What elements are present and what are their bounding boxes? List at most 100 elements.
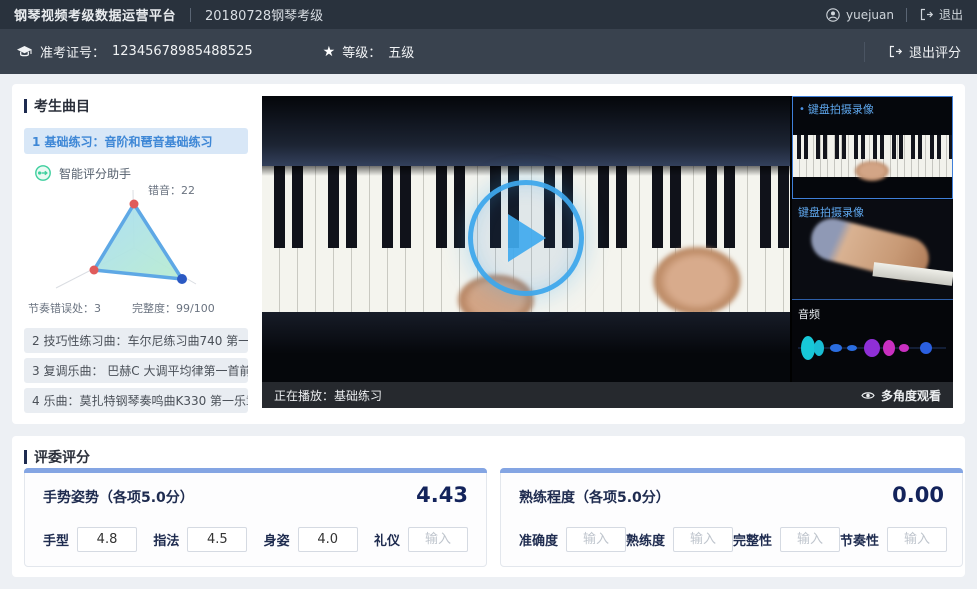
field-label: 节奏性 [840,530,879,549]
assistant-icon [34,164,52,182]
exam-main-card: 考生曲目 1 基础练习：音阶和琶音基础练习 智能评分助手 [12,84,965,424]
main-video[interactable] [262,96,790,382]
thumbnail-keyboard-cam-2[interactable]: 键盘拍摄录像 [792,200,953,300]
mini-black-keys-1 [793,135,952,159]
logout-label: 退出 [939,6,963,23]
user-icon [826,8,840,22]
score-card-2-fields: 准确度 熟练度 完整性 节奏性 [501,507,962,552]
radar-label-completeness: 完整度：99/100 [132,300,215,316]
exam-info-bar: 准考证号： 12345678985488525 ★ 等级： 五级 退出评分 [0,29,977,74]
audio-label: 音频 [798,306,820,322]
radar-label-rhythm-errors: 节奏错误处：3 [28,300,101,316]
score-card-1-header: 手势姿势（各项5.0分） 4.43 [25,469,486,507]
completeness-input[interactable] [780,527,840,552]
radar-point-rhythm-errors [90,266,99,275]
field-label: 手型 [43,530,69,549]
score-card-gesture: 手势姿势（各项5.0分） 4.43 手型 指法 身姿 礼仪 [24,468,487,567]
scoring-section-title: 评委评分 [24,447,90,467]
radar-label-wrong-notes: 错音：22 [148,182,195,198]
exit-scoring-label: 退出评分 [909,42,961,61]
angle-thumbnails: • 键盘拍摄录像 键盘拍摄录像 音频 [792,96,953,382]
score-card-1-title: 手势姿势（各项5.0分） [43,487,194,507]
field-posture: 身姿 [264,527,358,552]
logout-button[interactable]: 退出 [919,6,963,23]
playlist-item-2[interactable]: 2 技巧性练习曲：车尔尼练习曲740 第一首 [24,328,248,353]
scoring-title-text: 评委评分 [34,447,90,467]
now-playing: 正在播放：基础练习 [274,387,382,404]
video-player: • 键盘拍摄录像 键盘拍摄录像 音频 [262,96,953,408]
thumbnail-2-label-row: 键盘拍摄录像 [798,204,864,220]
field-label: 身姿 [264,530,290,549]
field-fingering: 指法 [153,527,247,552]
field-rhythm: 节奏性 [840,527,947,552]
session-title: 20180728钢琴考级 [205,5,323,24]
accuracy-input[interactable] [566,527,626,552]
smart-score-assistant: 智能评分助手 [34,164,131,182]
ticket-label: 准考证号： [40,42,105,61]
username: yuejuan [846,8,894,22]
field-label: 准确度 [519,530,558,549]
radar-chart: 错音：22 节奏错误处：3 完整度：99/100 [20,182,250,318]
score-card-2-header: 熟练程度（各项5.0分） 0.00 [501,469,962,507]
topbar-right: yuejuan 退出 [826,6,963,23]
app-title: 钢琴视频考级数据运营平台 [14,5,176,24]
audio-waveform [794,323,950,373]
field-completeness: 完整性 [733,527,840,552]
field-proficiency: 熟练度 [626,527,733,552]
hand-shape-input[interactable] [77,527,137,552]
graduation-cap-icon [16,45,33,59]
playlist-item-3[interactable]: 3 复调乐曲： 巴赫C 大调平均律第一首前奏曲 [24,358,248,383]
ticket-number: 12345678985488525 [112,44,253,59]
play-button[interactable] [468,180,584,296]
section-title-bar [24,99,27,113]
multi-angle-label: 多角度观看 [881,387,941,404]
etiquette-input[interactable] [408,527,468,552]
radar-point-completeness [177,274,187,284]
assistant-label: 智能评分助手 [59,165,131,182]
field-etiquette: 礼仪 [374,527,468,552]
multi-angle-button[interactable]: 多角度观看 [861,387,941,404]
logout-icon [919,8,933,21]
mini-hand [855,161,889,181]
subbar-divider [864,42,865,62]
exit-scoring-button[interactable]: 退出评分 [864,42,961,62]
radar-svg [20,182,250,318]
playlist-title-text: 考生曲目 [34,96,90,116]
playlist-section-title: 考生曲目 [24,96,90,116]
score-card-2-title: 熟练程度（各项5.0分） [519,487,670,507]
level-label: 等级： [342,42,381,61]
level-group: ★ 等级： 五级 [323,42,415,61]
judge-scoring-card: 评委评分 手势姿势（各项5.0分） 4.43 手型 指法 身姿 礼仪 [12,436,965,577]
thumbnail-1-label-row: • 键盘拍摄录像 [799,101,874,117]
thumbnail-1-label: 键盘拍摄录像 [808,101,874,117]
ticket-group: 准考证号： 12345678985488525 [16,42,253,61]
selected-dot-icon: • [799,104,805,115]
player-status-bar: 正在播放：基础练习 多角度观看 [262,382,953,408]
playlist-item-1[interactable]: 1 基础练习：音阶和琶音基础练习 [24,128,248,154]
piano-body [262,96,790,166]
rhythm-input[interactable] [887,527,947,552]
field-label: 礼仪 [374,530,400,549]
proficiency-input[interactable] [673,527,733,552]
star-icon: ★ [323,44,336,60]
user-menu[interactable]: yuejuan [826,8,894,22]
exit-scoring-icon [888,45,902,58]
score-card-proficiency: 熟练程度（各项5.0分） 0.00 准确度 熟练度 完整性 节奏性 [500,468,963,567]
topbar-divider [190,8,191,22]
playlist-item-4[interactable]: 4 乐曲：莫扎特钢琴奏鸣曲K330 第一乐章 [24,388,248,413]
score-card-1-total: 4.43 [416,483,468,507]
audio-track[interactable]: 音频 [792,301,953,382]
radar-point-wrong-notes [130,200,139,209]
field-label: 熟练度 [626,530,665,549]
posture-input[interactable] [298,527,358,552]
keys-shadow [262,166,790,176]
topbar: 钢琴视频考级数据运营平台 20180728钢琴考级 yuejuan 退出 [0,0,977,29]
field-label: 完整性 [733,530,772,549]
thumbnail-keyboard-cam-1[interactable]: • 键盘拍摄录像 [792,96,953,199]
score-card-1-fields: 手型 指法 身姿 礼仪 [25,507,486,552]
fingering-input[interactable] [187,527,247,552]
field-hand-shape: 手型 [43,527,137,552]
eye-icon [861,390,875,401]
play-icon [502,210,550,266]
score-card-2-total: 0.00 [892,483,944,507]
